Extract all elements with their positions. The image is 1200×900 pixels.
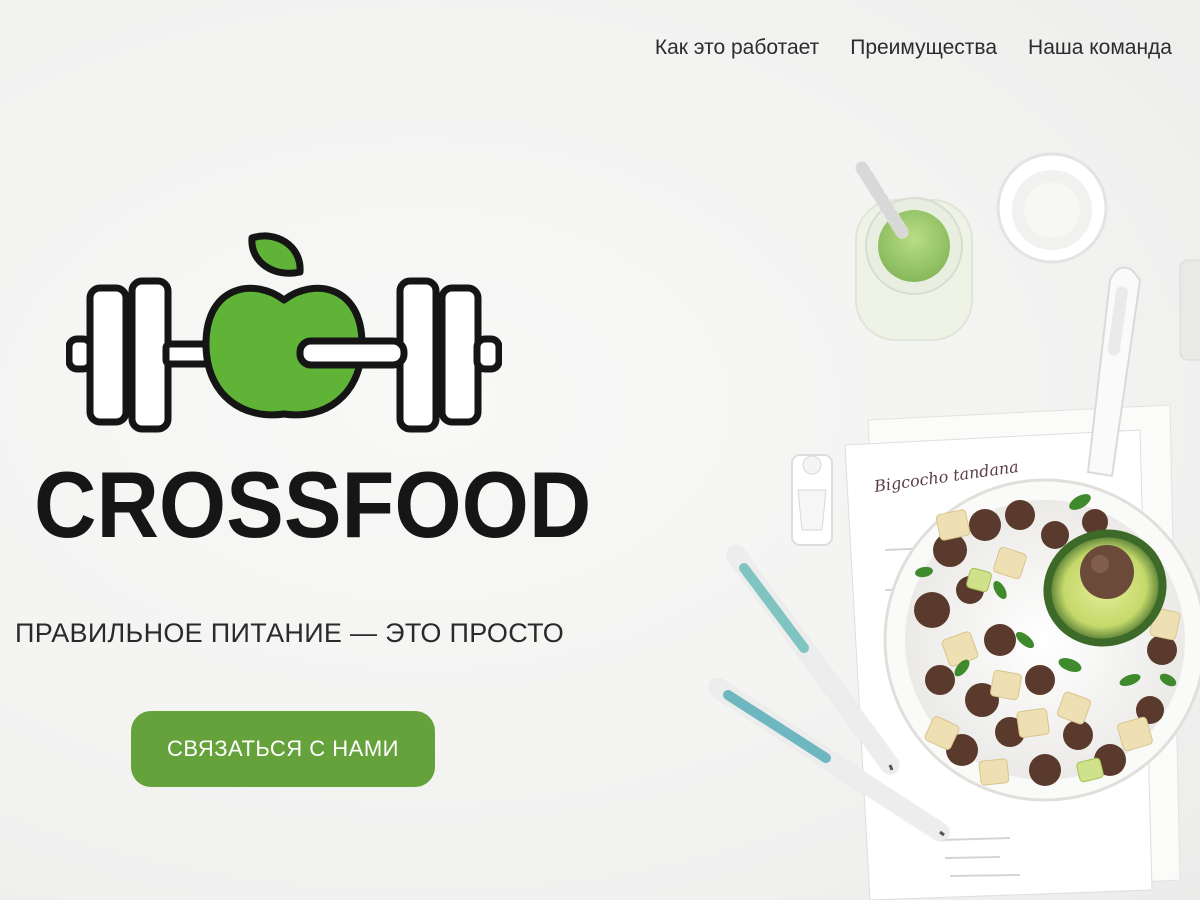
contact-us-button[interactable]: СВЯЗАТЬСЯ С НАМИ	[131, 711, 435, 787]
landing-page: Как это работает Преимущества Наша коман…	[0, 0, 1200, 900]
salt-bowl	[996, 152, 1108, 264]
figurine	[791, 454, 833, 546]
nav-link-advantages[interactable]: Преимущества	[850, 36, 997, 60]
top-navigation: Как это работает Преимущества Наша коман…	[655, 36, 1172, 60]
smoothie-jar	[855, 161, 973, 341]
nav-link-how-it-works[interactable]: Как это работает	[655, 36, 819, 60]
hero-tagline: ПРАВИЛЬНОЕ ПИТАНИЕ — ЭТО ПРОСТО	[15, 618, 565, 648]
dumbbell-apple-logo-icon	[66, 232, 502, 433]
brand-name: CROSSFOOD	[34, 452, 592, 557]
nav-link-our-team[interactable]: Наша команда	[1028, 36, 1172, 60]
healthy-food-photo: Bigcocho tandana	[708, 152, 1200, 900]
